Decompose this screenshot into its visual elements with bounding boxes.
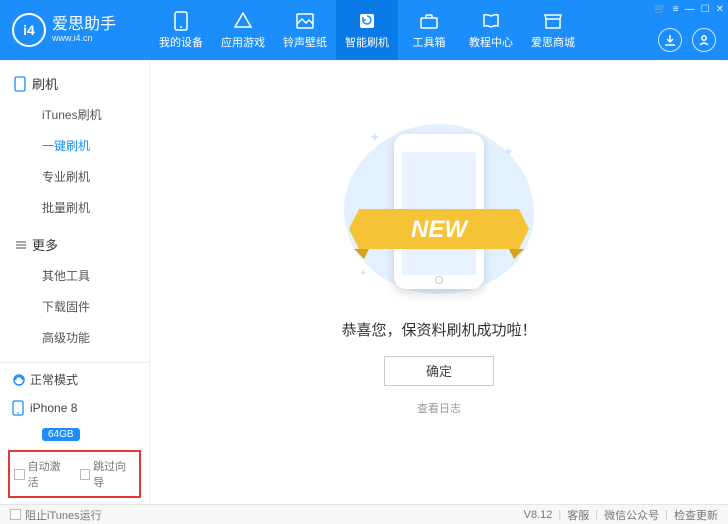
- version-label: V8.12: [524, 509, 553, 521]
- nav-apps[interactable]: 应用游戏: [212, 0, 274, 60]
- storage-badge: 64GB: [42, 428, 80, 441]
- phone-icon: [174, 11, 188, 31]
- image-icon: [296, 11, 314, 31]
- skip-guide-checkbox[interactable]: 跳过向导: [80, 458, 136, 490]
- sidebar-item-other-tools[interactable]: 其他工具: [0, 260, 149, 291]
- svg-text:NEW: NEW: [411, 216, 469, 243]
- device-icon: [12, 400, 30, 416]
- device-info[interactable]: iPhone 8: [0, 396, 149, 424]
- user-button[interactable]: [692, 28, 716, 52]
- window-controls: 🛒 ≡ — ☐ ✕: [654, 4, 724, 15]
- phone-small-icon: [14, 76, 32, 92]
- maximize-icon[interactable]: ☐: [701, 4, 710, 15]
- new-ribbon-icon: NEW: [349, 199, 529, 259]
- device-name: iPhone 8: [30, 401, 77, 415]
- top-nav: 我的设备 应用游戏 铃声壁纸 智能刷机 工具箱 教程中心 爱思商城: [150, 0, 728, 60]
- nav-my-device[interactable]: 我的设备: [150, 0, 212, 60]
- apps-icon: [234, 11, 252, 31]
- header: i4 爱思助手 www.i4.cn 我的设备 应用游戏 铃声壁纸 智能刷机 工具…: [0, 0, 728, 60]
- view-log-link[interactable]: 查看日志: [417, 400, 461, 416]
- menu-icon[interactable]: ≡: [673, 4, 679, 15]
- sidebar: 刷机 iTunes刷机 一键刷机 专业刷机 批量刷机 更多 其他工具 下载固件 …: [0, 60, 150, 504]
- nav-tutorials[interactable]: 教程中心: [460, 0, 522, 60]
- success-message: 恭喜您，保资料刷机成功啦！: [341, 319, 536, 340]
- sidebar-item-oneclick-flash[interactable]: 一键刷机: [0, 130, 149, 161]
- app-logo: i4 爱思助手 www.i4.cn: [0, 13, 150, 47]
- nav-flash[interactable]: 智能刷机: [336, 0, 398, 60]
- toolbox-icon: [420, 11, 438, 31]
- nav-toolbox[interactable]: 工具箱: [398, 0, 460, 60]
- store-icon: [544, 11, 562, 31]
- nav-store[interactable]: 爱思商城: [522, 0, 584, 60]
- app-url: www.i4.cn: [52, 33, 116, 44]
- status-bar: 阻止iTunes运行 V8.12 | 客服 | 微信公众号 | 检查更新: [0, 504, 728, 524]
- sidebar-group-more[interactable]: 更多: [0, 229, 149, 260]
- ok-button[interactable]: 确定: [384, 356, 494, 386]
- sidebar-item-pro-flash[interactable]: 专业刷机: [0, 161, 149, 192]
- logo-icon: i4: [12, 13, 46, 47]
- main-content: ✦ ✦ ✦ NEW 恭喜您，保资料刷机成功啦！ 确定 查看日志: [150, 60, 728, 504]
- sidebar-item-itunes-flash[interactable]: iTunes刷机: [0, 99, 149, 130]
- mode-icon: [12, 373, 30, 387]
- refresh-icon: [358, 11, 376, 31]
- cart-icon[interactable]: 🛒: [654, 4, 666, 15]
- block-itunes-checkbox[interactable]: 阻止iTunes运行: [10, 507, 102, 523]
- nav-ringtones[interactable]: 铃声壁纸: [274, 0, 336, 60]
- device-mode[interactable]: 正常模式: [0, 362, 149, 396]
- footer-link-update[interactable]: 检查更新: [674, 507, 718, 523]
- download-button[interactable]: [658, 28, 682, 52]
- auto-activate-checkbox[interactable]: 自动激活: [14, 458, 70, 490]
- sidebar-item-advanced[interactable]: 高级功能: [0, 322, 149, 353]
- book-icon: [482, 11, 500, 31]
- sidebar-group-flash[interactable]: 刷机: [0, 68, 149, 99]
- footer-link-support[interactable]: 客服: [567, 507, 589, 523]
- sidebar-item-download-fw[interactable]: 下载固件: [0, 291, 149, 322]
- flash-options: 自动激活 跳过向导: [8, 450, 141, 498]
- footer-link-wechat[interactable]: 微信公众号: [604, 507, 659, 523]
- sidebar-item-batch-flash[interactable]: 批量刷机: [0, 192, 149, 223]
- app-name: 爱思助手: [52, 17, 116, 33]
- close-icon[interactable]: ✕: [716, 4, 724, 15]
- success-illustration: ✦ ✦ ✦ NEW: [339, 119, 539, 299]
- more-icon: [14, 238, 32, 252]
- minimize-icon[interactable]: —: [685, 4, 695, 15]
